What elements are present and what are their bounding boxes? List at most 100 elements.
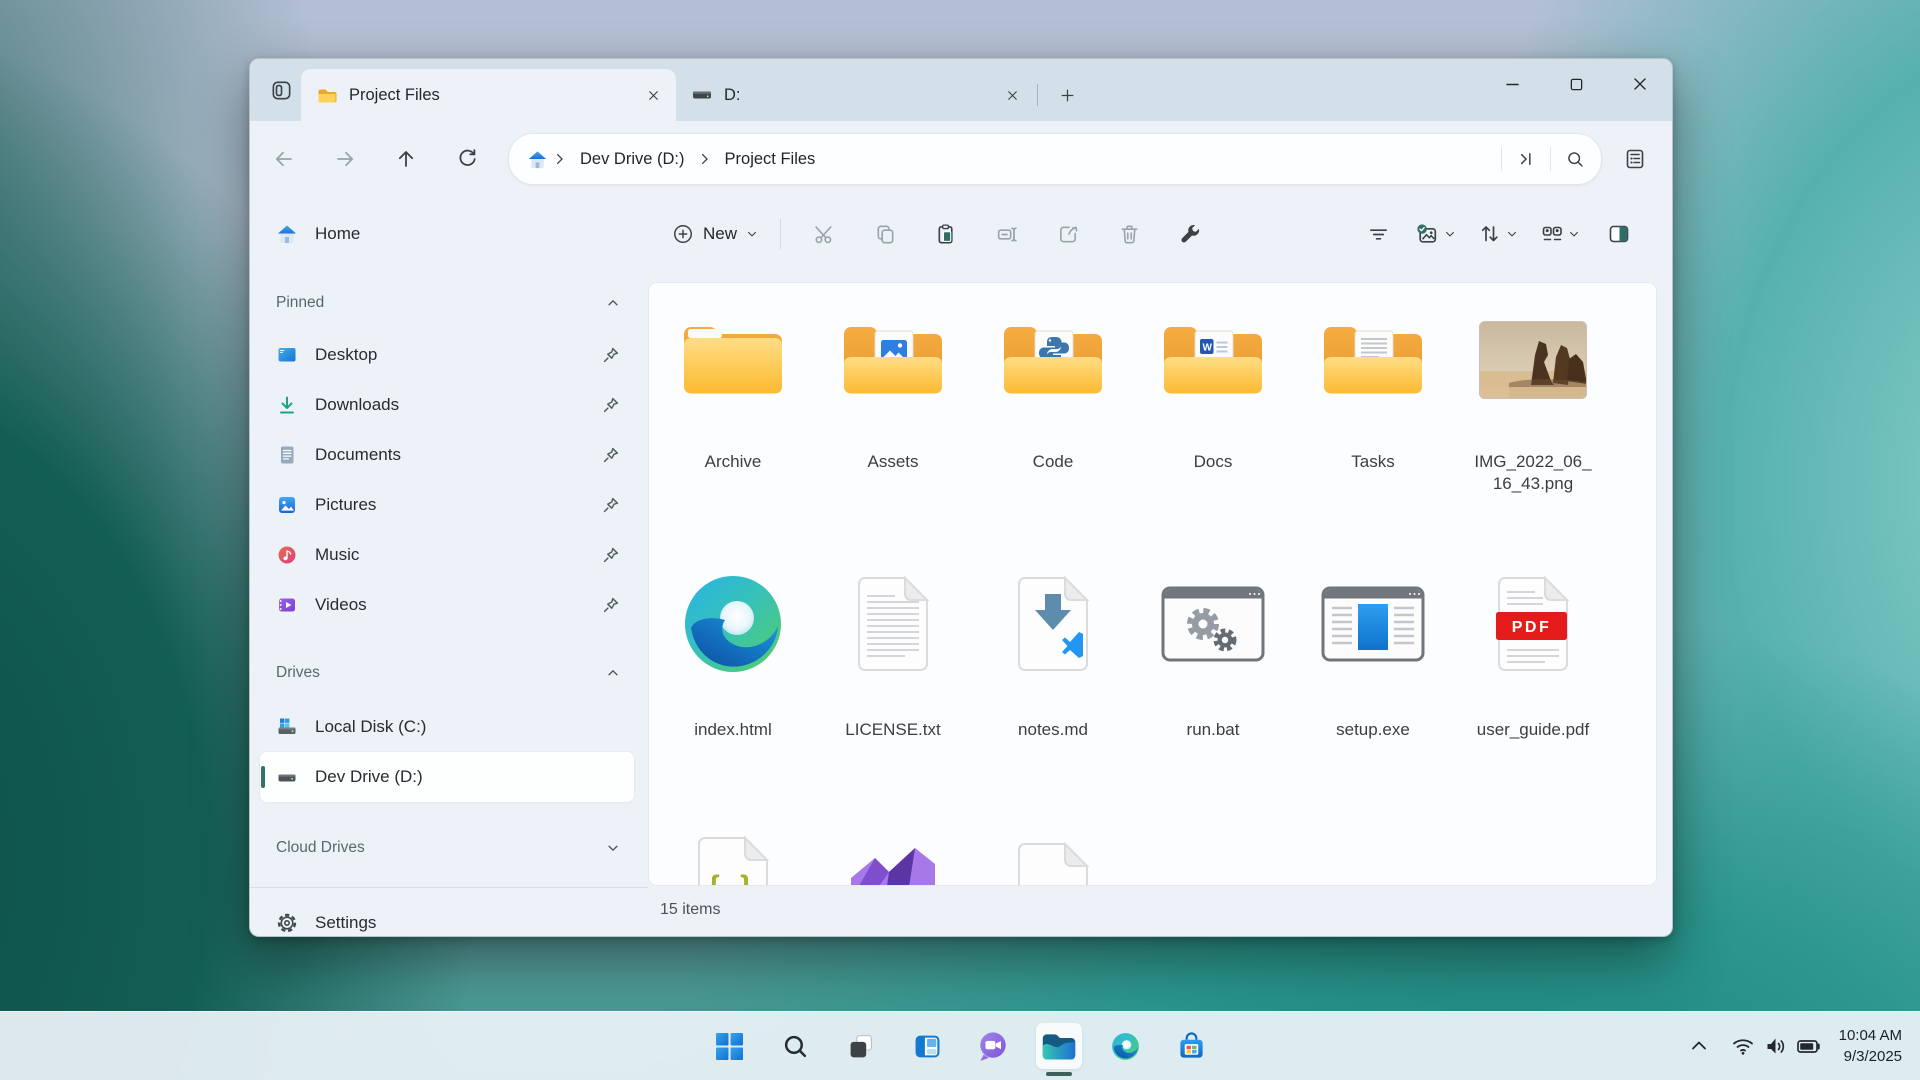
breadcrumb-current[interactable]: Project Files — [717, 146, 824, 173]
sidebar-item-local-disk-c[interactable]: Local Disk (C:) — [260, 702, 634, 752]
chevron-down-icon — [1506, 228, 1518, 240]
sidebar-section-pinned[interactable]: Pinned — [250, 283, 648, 323]
search-button[interactable] — [1555, 139, 1595, 179]
folder-archive-tile[interactable]: Archive — [653, 293, 813, 495]
sidebar-item-label: Music — [315, 545, 359, 565]
filter-button[interactable] — [1355, 211, 1401, 257]
tab-close-icon[interactable] — [638, 80, 668, 110]
forward-button[interactable] — [321, 135, 369, 183]
new-tab-button[interactable] — [1050, 78, 1084, 112]
sidebar-item-desktop[interactable]: Desktop — [260, 330, 634, 380]
folder-tasks-tile[interactable]: Tasks — [1293, 293, 1453, 495]
batch-file-tile[interactable]: run.bat — [1133, 553, 1293, 741]
minimize-button[interactable] — [1480, 59, 1544, 109]
minimize-icon — [1502, 74, 1523, 95]
thumbnail-check-icon — [1415, 222, 1440, 247]
close-icon — [1630, 74, 1650, 94]
sidebar-item-label: Pictures — [315, 495, 376, 515]
folder-icon — [679, 293, 787, 427]
sidebar-item-downloads[interactable]: Downloads — [260, 380, 634, 430]
copy-button[interactable] — [862, 211, 908, 257]
thumbnail-options-button[interactable] — [1409, 211, 1462, 257]
task-view-button[interactable] — [838, 1023, 884, 1069]
sidebar-item-settings[interactable]: Settings — [260, 898, 634, 937]
sort-button[interactable] — [1472, 211, 1524, 257]
share-button[interactable] — [1045, 211, 1091, 257]
edge-icon — [1111, 1032, 1140, 1061]
markdown-file-tile[interactable]: notes.md — [973, 553, 1133, 741]
folder-assets-tile[interactable]: Assets — [813, 293, 973, 495]
back-arrow-icon — [272, 147, 296, 171]
sidebar-item-home[interactable]: Home — [260, 209, 634, 259]
start-button[interactable] — [706, 1023, 752, 1069]
tab-close-icon[interactable] — [997, 80, 1027, 110]
cut-button[interactable] — [801, 211, 847, 257]
share-icon — [1057, 223, 1080, 246]
address-bar[interactable]: Dev Drive (D:) Project Files — [508, 133, 1602, 185]
image-file-tile[interactable]: IMG_2022_06_16_43.png — [1453, 293, 1613, 495]
details-list-button[interactable] — [1612, 136, 1658, 182]
view-controls — [1355, 211, 1672, 257]
taskbar-clock[interactable]: 10:04 AM 9/3/2025 — [1839, 1025, 1902, 1067]
hidden-icons-button[interactable] — [1683, 1026, 1715, 1066]
tab-project-files[interactable]: Project Files — [301, 69, 676, 121]
breadcrumb-drive[interactable]: Dev Drive (D:) — [572, 146, 693, 173]
refresh-button[interactable] — [443, 135, 491, 183]
json-file-tile[interactable]: { } — [653, 836, 813, 886]
folder-docs-tile[interactable]: W Docs — [1133, 293, 1293, 495]
sidebar-section-drives[interactable]: Drives — [250, 653, 648, 693]
microsoft-store-icon — [1177, 1032, 1206, 1061]
tab-list-button[interactable] — [264, 73, 298, 107]
sidebar-item-videos[interactable]: Videos — [260, 580, 634, 630]
edge-button[interactable] — [1102, 1023, 1148, 1069]
file-name: Archive — [705, 451, 762, 473]
back-button[interactable] — [260, 135, 308, 183]
pin-icon — [602, 596, 620, 614]
sidebar-item-dev-drive-d[interactable]: Dev Drive (D:) — [260, 752, 634, 802]
rename-button[interactable] — [984, 211, 1030, 257]
tab-d-drive[interactable]: D: — [676, 69, 1035, 121]
maximize-button[interactable] — [1544, 59, 1608, 109]
exe-file-tile[interactable]: setup.exe — [1293, 553, 1453, 741]
sidebar-item-label: Home — [315, 224, 360, 244]
widgets-button[interactable] — [904, 1023, 950, 1069]
close-button[interactable] — [1608, 59, 1672, 109]
new-button[interactable]: New — [660, 214, 770, 254]
delete-button[interactable] — [1106, 211, 1152, 257]
file-name: LICENSE.txt — [845, 719, 940, 741]
home-icon — [527, 149, 548, 170]
system-tray: 10:04 AM 9/3/2025 — [1683, 1012, 1920, 1080]
sidebar-item-pictures[interactable]: Pictures — [260, 480, 634, 530]
pdf-file-tile[interactable]: PDF user_guide.pdf — [1453, 553, 1613, 741]
txt-file-tile[interactable]: LICENSE.txt — [813, 553, 973, 741]
store-button[interactable] — [1168, 1023, 1214, 1069]
purple-app-file-tile[interactable] — [813, 836, 973, 886]
sidebar-item-documents[interactable]: Documents — [260, 430, 634, 480]
chevron-down-icon — [746, 228, 758, 240]
sidebar-item-music[interactable]: Music — [260, 530, 634, 580]
properties-button[interactable] — [1167, 211, 1213, 257]
file-name: IMG_2022_06_16_43.png — [1471, 451, 1595, 495]
chat-button[interactable] — [970, 1023, 1016, 1069]
chevron-down-icon — [606, 841, 620, 855]
pdf-document-icon: PDF — [1495, 553, 1571, 695]
taskbar-search-button[interactable] — [772, 1023, 818, 1069]
file-explorer-button[interactable] — [1036, 1023, 1082, 1069]
view-options-button[interactable] — [1534, 211, 1586, 257]
sidebar-section-cloud-drives[interactable]: Cloud Drives — [250, 828, 648, 868]
chevron-right-icon — [552, 151, 568, 167]
preview-pane-toggle[interactable] — [1596, 211, 1642, 257]
html-file-tile[interactable]: index.html — [653, 553, 813, 741]
search-icon — [782, 1033, 809, 1060]
up-button[interactable] — [382, 135, 430, 183]
battery-icon — [1796, 1034, 1821, 1058]
paste-button[interactable] — [923, 211, 969, 257]
tray-status-icons[interactable] — [1731, 1034, 1821, 1058]
pin-address-button[interactable] — [1506, 139, 1546, 179]
home-icon — [276, 223, 298, 245]
generic-file-tile[interactable] — [973, 836, 1133, 886]
videos-icon — [276, 594, 298, 616]
file-name: notes.md — [1018, 719, 1088, 741]
file-row-partial: { } — [653, 836, 1133, 886]
folder-code-tile[interactable]: Code — [973, 293, 1133, 495]
